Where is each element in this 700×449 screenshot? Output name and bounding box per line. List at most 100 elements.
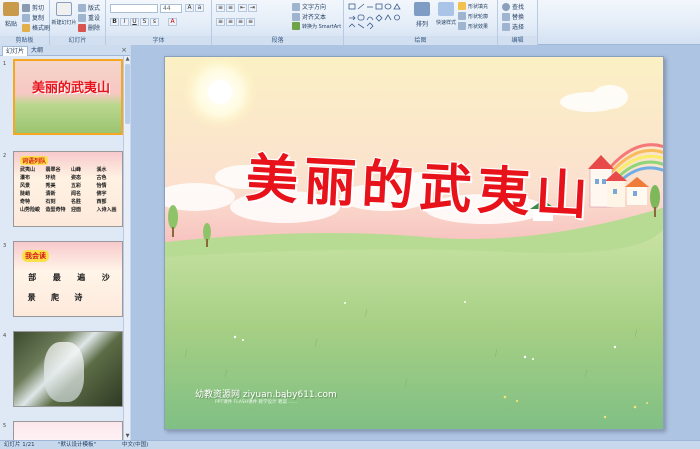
thumbnail-word: 武夷山	[20, 167, 36, 173]
tab-outline[interactable]: 大纲	[28, 46, 46, 56]
decrease-indent-button[interactable]: ⇤	[238, 4, 247, 12]
align-center-button[interactable]: ≡	[226, 18, 235, 26]
scroll-down-icon[interactable]: ▼	[124, 433, 131, 440]
select-button[interactable]: 选择	[502, 22, 524, 31]
layout-button[interactable]: 版式	[78, 3, 100, 12]
align-right-button[interactable]: ≡	[236, 18, 245, 26]
reset-button[interactable]: 重设	[78, 13, 100, 22]
slide-thumbnail-3[interactable]: 3 我会读 部最遍沙 景爬诗	[2, 241, 124, 321]
delete-slide-button[interactable]: 删除	[78, 23, 100, 32]
thumbnail-word: 环绕	[45, 175, 56, 181]
panel-scrollbar[interactable]: ▲ ▼	[123, 56, 130, 440]
paste-button[interactable]: 粘贴	[2, 2, 20, 28]
editing-group: 查找 替换 选择 编辑	[498, 0, 538, 45]
clipboard-group: 粘贴 剪切 复制 格式刷 剪贴板	[0, 0, 50, 45]
thumbnail-word: 石刻	[45, 199, 56, 205]
thumbnail-word: 奇特	[20, 199, 31, 205]
shape-effects-button[interactable]: 形状效果	[458, 22, 488, 30]
slide-thumbnail-5[interactable]: 5	[2, 421, 124, 440]
slide-thumbnail-4[interactable]: 4	[2, 331, 124, 411]
font-color-button[interactable]: A	[168, 18, 177, 26]
tab-slides[interactable]: 幻灯片	[2, 46, 29, 56]
bold-button[interactable]: B	[110, 18, 119, 26]
quick-styles-icon	[438, 2, 454, 16]
slides-label: 幻灯片	[50, 36, 105, 45]
cut-button[interactable]: 剪切	[22, 3, 44, 12]
text-direction-icon	[292, 2, 300, 11]
slide-background	[165, 57, 663, 429]
shrink-font-button[interactable]: a	[195, 4, 204, 12]
scrollbar-thumb[interactable]	[125, 64, 130, 124]
thumbnail-word: 迎面	[71, 207, 82, 213]
increase-indent-button[interactable]: ⇥	[248, 4, 257, 12]
format-painter-button[interactable]: 格式刷	[22, 23, 50, 32]
thumbnail-word: 西部	[96, 199, 107, 205]
arrange-button[interactable]: 排列	[412, 2, 432, 28]
copy-button[interactable]: 复制	[22, 13, 44, 22]
strikethrough-button[interactable]: S	[140, 18, 149, 26]
new-slide-button[interactable]: 新建幻灯片	[52, 2, 77, 26]
thumbnail-word: 造型奇特	[45, 207, 66, 213]
align-left-button[interactable]: ≡	[216, 18, 225, 26]
text-direction-button[interactable]: 文字方向	[292, 2, 326, 11]
thumbnail-image: 我会读 部最遍沙 景爬诗	[13, 241, 123, 317]
smartart-icon	[292, 22, 300, 30]
layout-icon	[78, 3, 86, 12]
bullets-button[interactable]: ≡	[216, 4, 225, 12]
drawing-group: 排列 快速样式 形状填充 形状轮廓 形状效果 绘图	[344, 0, 498, 45]
ribbon: 粘贴 剪切 复制 格式刷 剪贴板 新建幻灯片 版式 重设 删除 幻灯片 44 A…	[0, 0, 700, 45]
shadow-button[interactable]: s	[150, 18, 159, 26]
thumbnail-word: 山势险峻	[20, 207, 41, 213]
thumbnail-word: 怡情	[96, 183, 107, 189]
drawing-label: 绘图	[344, 36, 497, 45]
numbering-button[interactable]: ≡	[226, 4, 235, 12]
thumbnail-word: 清新	[45, 191, 56, 197]
current-slide[interactable]: 美丽的武夷山 幼教资源网 ziyuan.baby611.com PPT课件 FL…	[164, 56, 664, 430]
thumbnail-word: 瀑布	[20, 175, 31, 181]
thumbnail-word: 名胜	[71, 199, 82, 205]
thumbnail-word: 入诗入画	[96, 207, 117, 213]
quick-styles-button[interactable]: 快速样式	[434, 2, 458, 26]
align-text-button[interactable]: 对齐文本	[292, 12, 326, 21]
panel-tabs: 幻灯片 大纲 ×	[0, 45, 130, 56]
justify-button[interactable]: ≡	[246, 18, 255, 26]
shape-outline-button[interactable]: 形状轮廓	[458, 12, 488, 20]
thumbnail-words: 武夷山 翡翠谷 山峰 溪水 瀑布 环绕 姿态 古色 风景 秀美 五彩 怡情 陡峭 清新 闻名 佛宇 奇特 石刻 名胜…	[20, 166, 120, 213]
thumbnail-word: 佛宇	[96, 191, 107, 197]
scroll-up-icon[interactable]: ▲	[124, 56, 131, 63]
thumbnail-word: 山峰	[71, 167, 82, 173]
slides-panel: 幻灯片 大纲 × 1 美丽的武夷山 2 词语列队 武夷山 翡翠谷 山峰 溪水 瀑布 环绕姿…	[0, 45, 130, 440]
thumbnail-word: 风景	[20, 183, 31, 189]
editing-label: 编辑	[498, 36, 537, 45]
thumbnail-image: 词语列队 武夷山 翡翠谷 山峰 溪水 瀑布 环绕 姿态 古色 风景 秀美 五彩 怡情 陡峭 清新 闻名 佛宇奇…	[13, 151, 123, 227]
underline-button[interactable]: U	[130, 18, 139, 26]
shapes-gallery[interactable]	[348, 3, 406, 29]
find-button[interactable]: 查找	[502, 2, 524, 11]
slide-thumbnail-1[interactable]: 1 美丽的武夷山	[2, 59, 124, 139]
font-name-field[interactable]	[110, 4, 158, 13]
smartart-button[interactable]: 转换为 SmartArt	[292, 22, 341, 30]
thumbnail-word: 翡翠谷	[45, 167, 61, 173]
language-indicator[interactable]: 中文(中国)	[122, 441, 148, 449]
align-text-icon	[292, 12, 300, 21]
close-panel-icon[interactable]: ×	[121, 46, 127, 55]
shape-fill-button[interactable]: 形状填充	[458, 2, 488, 10]
thumbnail-word: 闻名	[71, 191, 82, 197]
paste-icon	[3, 2, 19, 16]
thumbnail-word: 秀美	[45, 183, 56, 189]
effects-icon	[458, 22, 466, 30]
theme-name[interactable]: "默认设计模板"	[58, 441, 96, 449]
font-label: 字体	[106, 36, 211, 45]
font-group: 44 A a B I U S s A 字体	[106, 0, 212, 45]
replace-button[interactable]: 替换	[502, 12, 524, 21]
slide-thumbnail-2[interactable]: 2 词语列队 武夷山 翡翠谷 山峰 溪水 瀑布 环绕 姿态 古色 风景 秀美 五彩 怡情 陡峭 清新 闻名佛…	[2, 151, 124, 231]
font-size-field[interactable]: 44	[160, 4, 182, 13]
waterfall-photo	[13, 331, 123, 407]
status-bar: 幻灯片 1/21 "默认设计模板" 中文(中国)	[0, 440, 700, 449]
italic-button[interactable]: I	[120, 18, 129, 26]
delete-icon	[78, 23, 86, 32]
thumbnail-word: 陡峭	[20, 191, 31, 197]
arrange-icon	[414, 2, 430, 16]
thumbnail-image	[13, 421, 123, 440]
grow-font-button[interactable]: A	[185, 4, 194, 12]
